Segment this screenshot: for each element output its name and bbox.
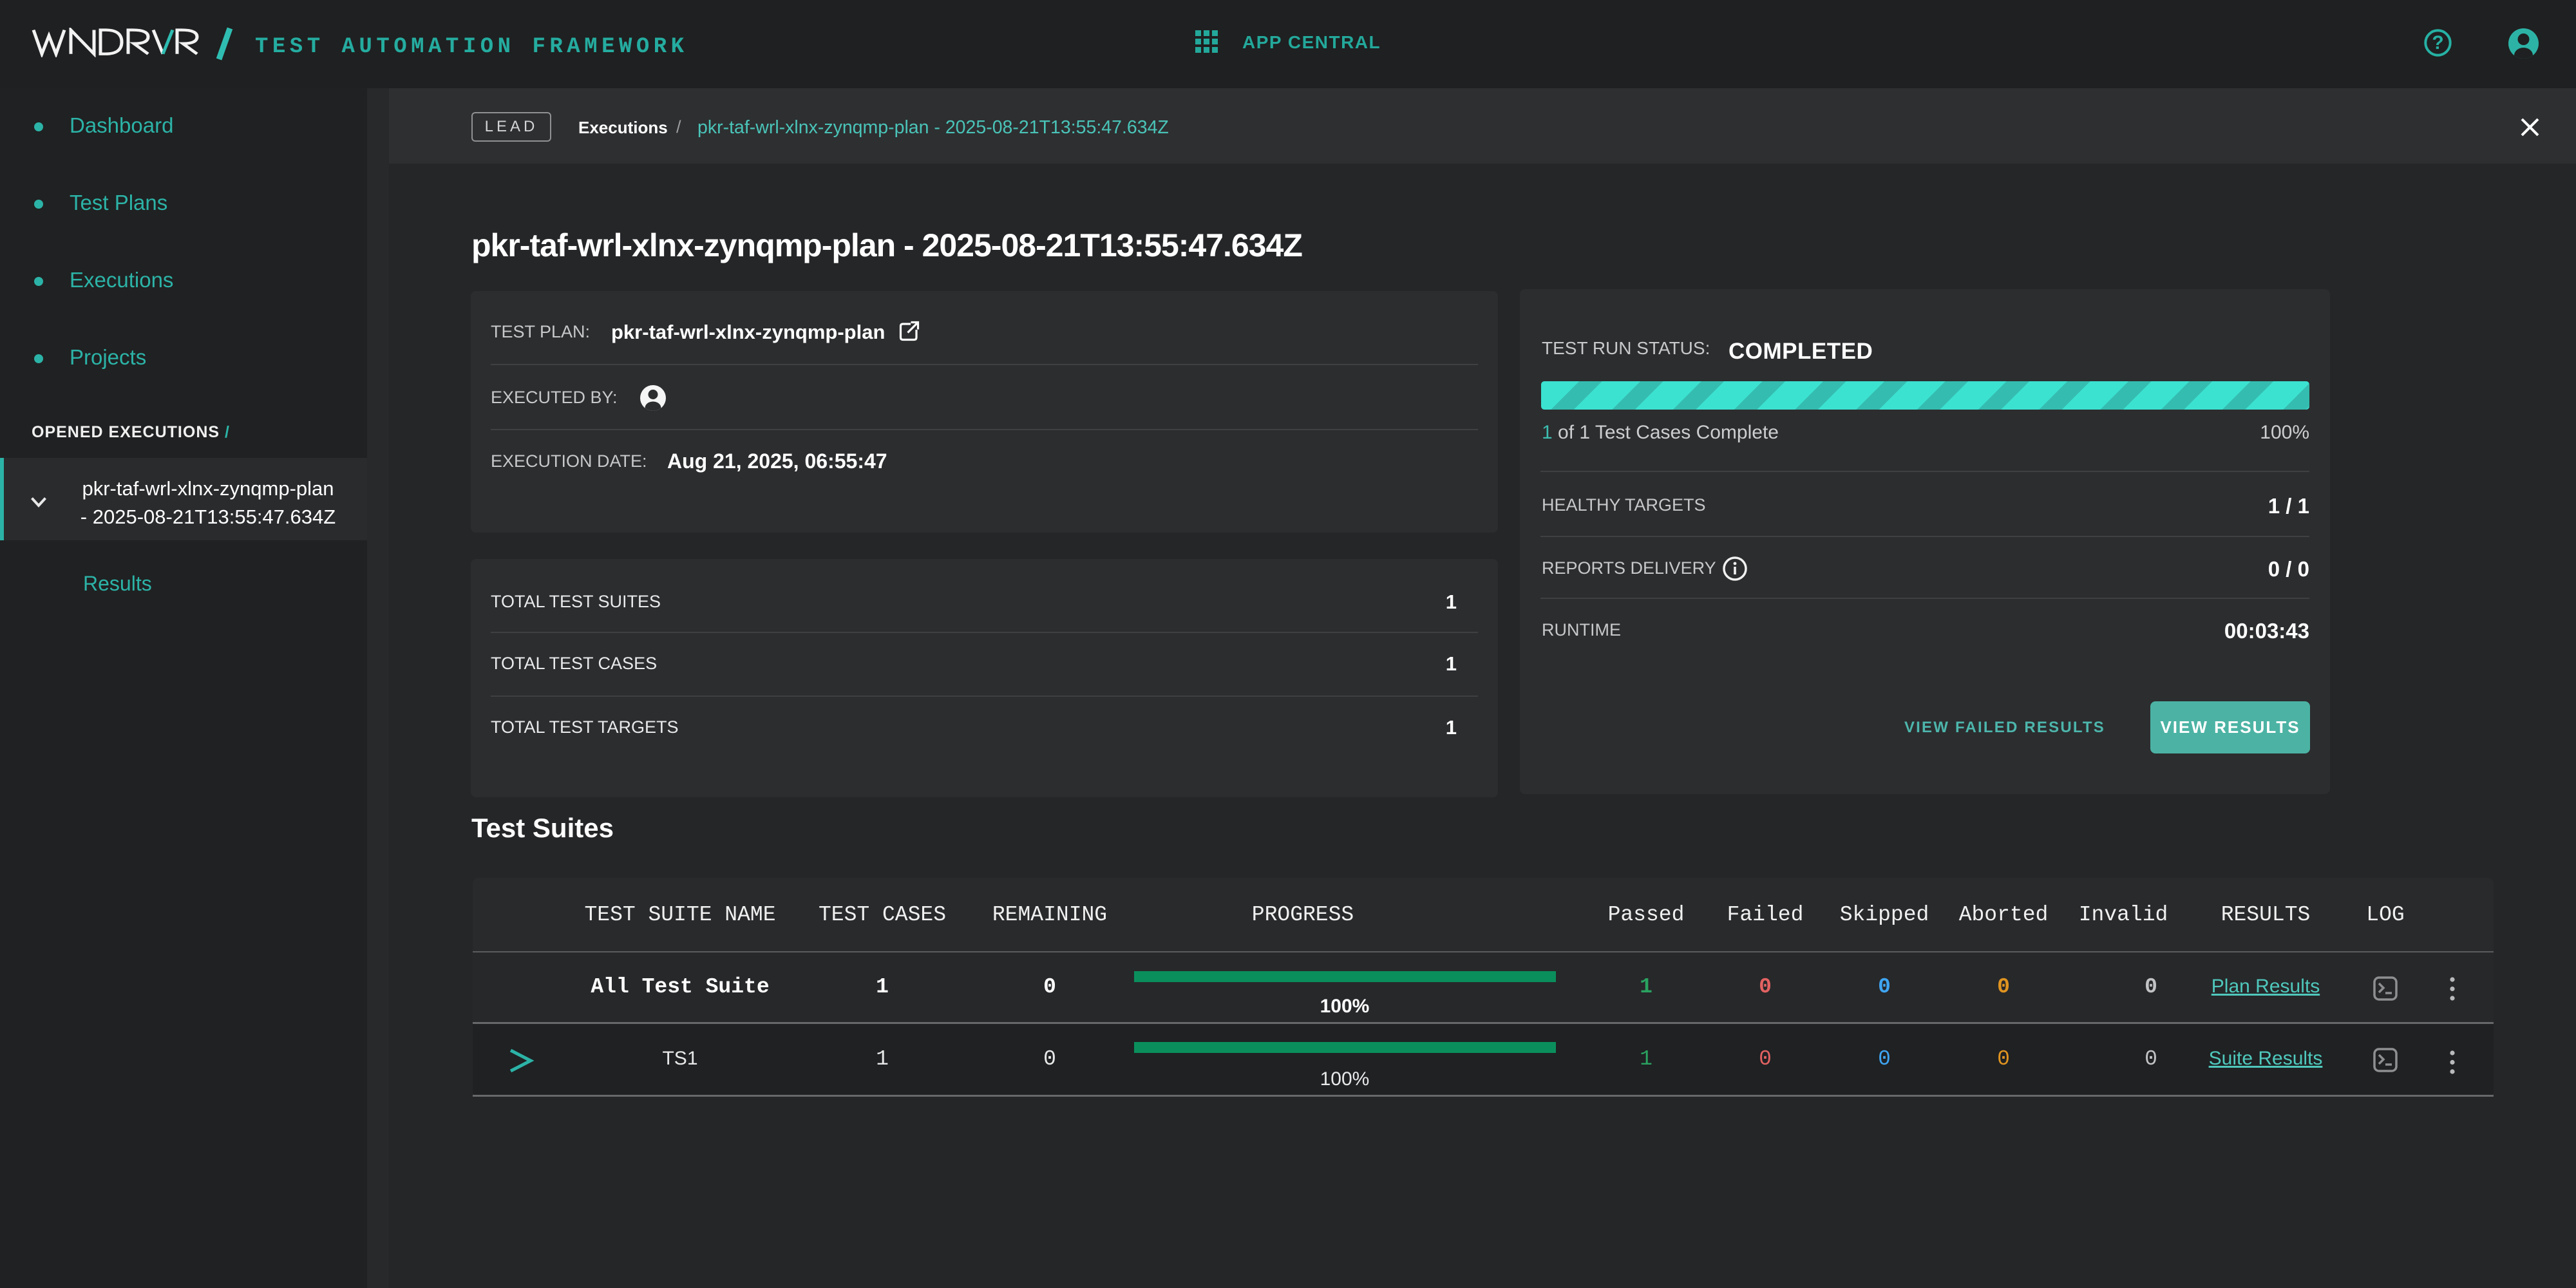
svg-text:?: ?: [2432, 32, 2443, 53]
